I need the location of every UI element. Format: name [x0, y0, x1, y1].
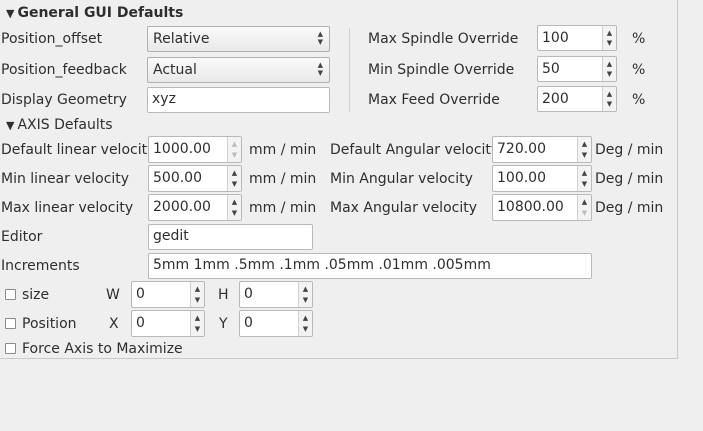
x-label: X: [109, 316, 119, 332]
position-checkbox[interactable]: [5, 318, 16, 329]
combo-arrows-icon: ▲ ▼: [317, 30, 323, 46]
increments-label: Increments: [1, 258, 80, 274]
spin-arrows-icon[interactable]: ▲ ▼: [602, 26, 616, 50]
max-spindle-unit: %: [632, 31, 646, 47]
size-checkbox[interactable]: [5, 289, 16, 300]
width-value: 0: [136, 286, 145, 302]
min-angular-label: Min Angular velocity: [330, 171, 473, 187]
max-linear-value: 2000.00: [153, 199, 211, 215]
y-value: 0: [244, 315, 253, 331]
general-defaults-expander[interactable]: ▼ General GUI Defaults: [6, 4, 183, 23]
max-angular-label: Max Angular velocity: [330, 200, 477, 216]
default-linear-spinbox[interactable]: 1000.00 ▲ ▼: [148, 136, 242, 163]
max-spindle-spinbox[interactable]: 100 ▲ ▼: [537, 25, 617, 51]
position-feedback-value: Actual: [153, 62, 197, 78]
position-offset-value: Relative: [153, 31, 210, 47]
max-feed-unit: %: [632, 92, 646, 108]
spin-arrows-icon[interactable]: ▲ ▼: [577, 137, 591, 162]
min-spindle-value: 50: [542, 61, 560, 77]
min-angular-unit: Deg / min: [595, 171, 664, 187]
x-spinbox[interactable]: 0 ▲ ▼: [131, 310, 205, 337]
force-maximize-checkbox[interactable]: [5, 343, 16, 354]
increments-field[interactable]: 5mm 1mm .5mm .1mm .05mm .01mm .005mm: [148, 253, 592, 279]
position-feedback-label: Position_feedback: [1, 62, 127, 78]
position-feedback-combo[interactable]: Actual ▲ ▼: [147, 57, 330, 83]
height-spinbox[interactable]: 0 ▲ ▼: [239, 281, 313, 308]
spin-arrows-icon[interactable]: ▲ ▼: [577, 195, 591, 220]
expanded-triangle-icon: ▼: [6, 119, 15, 132]
height-label: H: [218, 287, 229, 303]
min-spindle-unit: %: [632, 62, 646, 78]
min-spindle-spinbox[interactable]: 50 ▲ ▼: [537, 56, 617, 82]
min-linear-unit: mm / min: [249, 171, 317, 187]
max-feed-label: Max Feed Override: [368, 92, 500, 108]
spin-arrows-icon[interactable]: ▲ ▼: [602, 57, 616, 81]
max-feed-spinbox[interactable]: 200 ▲ ▼: [537, 86, 617, 112]
spin-arrows-icon[interactable]: ▲ ▼: [190, 311, 204, 336]
general-defaults-header: General GUI Defaults: [17, 5, 184, 21]
spin-arrows-icon[interactable]: ▲ ▼: [227, 166, 241, 191]
width-label: W: [106, 287, 120, 303]
display-geometry-label: Display Geometry: [1, 92, 127, 108]
spin-arrows-icon[interactable]: ▲ ▼: [298, 282, 312, 307]
position-label: Position: [22, 316, 77, 332]
y-spinbox[interactable]: 0 ▲ ▼: [239, 310, 313, 337]
y-label: Y: [219, 316, 228, 332]
spin-arrows-icon[interactable]: ▲ ▼: [227, 137, 241, 162]
width-spinbox[interactable]: 0 ▲ ▼: [131, 281, 205, 308]
min-angular-spinbox[interactable]: 100.00 ▲ ▼: [492, 165, 592, 192]
max-angular-unit: Deg / min: [595, 200, 664, 216]
max-linear-unit: mm / min: [249, 200, 317, 216]
spin-arrows-icon[interactable]: ▲ ▼: [298, 311, 312, 336]
height-value: 0: [244, 286, 253, 302]
default-linear-unit: mm / min: [249, 142, 317, 158]
column-separator: [349, 28, 350, 112]
spin-arrows-icon[interactable]: ▲ ▼: [577, 166, 591, 191]
max-feed-value: 200: [542, 91, 569, 107]
axis-defaults-expander[interactable]: ▼ AXIS Defaults: [6, 116, 113, 135]
max-spindle-value: 100: [542, 30, 569, 46]
force-maximize-label: Force Axis to Maximize: [22, 341, 183, 357]
spin-arrows-icon[interactable]: ▲ ▼: [227, 195, 241, 220]
min-spindle-label: Min Spindle Override: [368, 62, 515, 78]
max-angular-spinbox[interactable]: 10800.00 ▲ ▼: [492, 194, 592, 221]
max-linear-spinbox[interactable]: 2000.00 ▲ ▼: [148, 194, 242, 221]
min-linear-spinbox[interactable]: 500.00 ▲ ▼: [148, 165, 242, 192]
display-geometry-field[interactable]: xyz: [147, 87, 330, 113]
default-linear-label: Default linear velocity: [1, 142, 156, 158]
default-linear-value: 1000.00: [153, 141, 211, 157]
default-angular-label: Default Angular velocity: [330, 142, 500, 158]
editor-field[interactable]: gedit: [148, 224, 313, 250]
max-angular-value: 10800.00: [497, 199, 564, 215]
position-offset-label: Position_offset: [1, 31, 103, 47]
max-spindle-label: Max Spindle Override: [368, 31, 519, 47]
size-label: size: [22, 287, 50, 303]
default-angular-unit: Deg / min: [595, 142, 664, 158]
combo-arrows-icon: ▲ ▼: [317, 61, 323, 77]
default-angular-spinbox[interactable]: 720.00 ▲ ▼: [492, 136, 592, 163]
expanded-triangle-icon: ▼: [6, 7, 15, 20]
max-linear-label: Max linear velocity: [1, 200, 134, 216]
x-value: 0: [136, 315, 145, 331]
min-linear-label: Min linear velocity: [1, 171, 130, 187]
editor-label: Editor: [1, 229, 43, 245]
min-linear-value: 500.00: [153, 170, 202, 186]
spin-arrows-icon[interactable]: ▲ ▼: [190, 282, 204, 307]
position-offset-combo[interactable]: Relative ▲ ▼: [147, 26, 330, 52]
min-angular-value: 100.00: [497, 170, 546, 186]
default-angular-value: 720.00: [497, 141, 546, 157]
spin-arrows-icon[interactable]: ▲ ▼: [602, 87, 616, 111]
axis-defaults-header: AXIS Defaults: [17, 117, 113, 133]
